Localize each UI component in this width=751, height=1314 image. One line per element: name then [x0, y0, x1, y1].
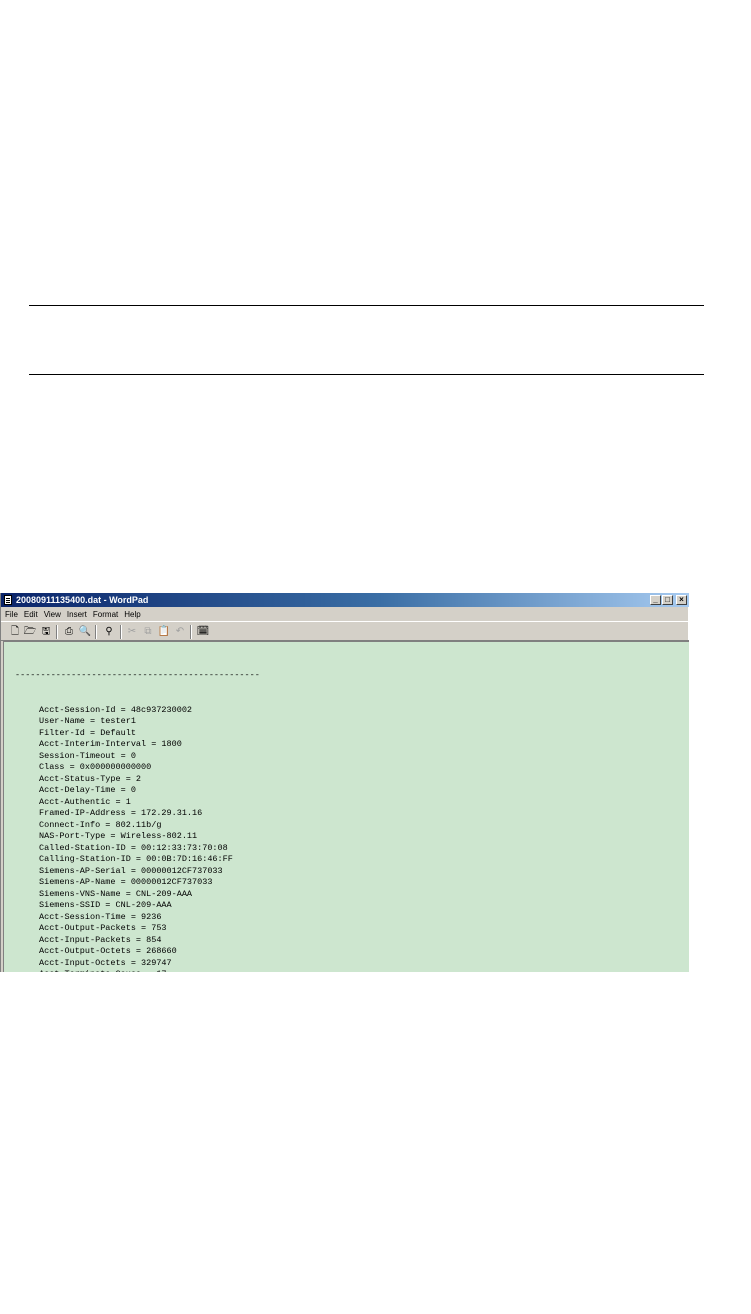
document-line: Session-Timeout = 0 [39, 750, 136, 761]
document-line: Acct-Status-Type = 2 [39, 773, 142, 784]
menu-format[interactable]: Format [90, 608, 121, 621]
new-document-icon[interactable]: 🗋 [8, 625, 22, 638]
menu-insert[interactable]: Insert [64, 608, 90, 621]
copy-icon[interactable]: ⧉ [141, 625, 155, 638]
document-line: Acct-Input-Octets = 329747 [39, 957, 172, 968]
toolbar: 🗋 🗁 🖫 ⎙ 🔍 ⚲ ✂ ⧉ 📋 ↶ 🗓 [1, 621, 689, 641]
document-line: Framed-IP-Address = 172.29.31.16 [39, 808, 203, 818]
document-line: Acct-Terminate-Cause = 17 [15, 969, 260, 972]
document-line: Acct-Session-Id = 48c937230002 [39, 704, 193, 715]
toolbar-separator [95, 625, 97, 639]
print-preview-icon[interactable]: 🔍 [78, 625, 92, 638]
document-line: Acct-Input-Packets = 854 [39, 934, 162, 945]
minimize-button[interactable]: _ [650, 595, 661, 605]
close-button[interactable]: × [676, 595, 687, 605]
document-line: Acct-Interim-Interval = 1800 [39, 739, 182, 749]
cut-scissors-icon[interactable]: ✂ [125, 625, 139, 638]
document-text: ----------------------------------------… [15, 647, 260, 972]
document-area[interactable]: ----------------------------------------… [3, 641, 689, 972]
document-line: Siemens-AP-Serial = 00000012CF737033 [39, 865, 223, 876]
document-line: Called-Station-ID = 00:12:33:73:70:08 [39, 842, 228, 853]
document-line: NAS-Port-Type = Wireless-802.11 [39, 831, 198, 841]
menu-edit[interactable]: Edit [21, 608, 41, 621]
title-bar[interactable]: 20080911135400.dat - WordPad _ □ × [1, 593, 689, 607]
window-title: 20080911135400.dat - WordPad [16, 595, 149, 605]
undo-icon[interactable]: ↶ [173, 625, 187, 638]
document-line: Calling-Station-ID = 00:0B:7D:16:46:FF [39, 854, 233, 864]
document-line: Siemens-VNS-Name = CNL-209-AAA [39, 888, 193, 899]
document-line: User-Name = tester1 [39, 716, 136, 726]
wordpad-app-icon[interactable] [4, 595, 12, 605]
document-line: Siemens-SSID = CNL-209-AAA [39, 900, 172, 910]
document-line: Acct-Output-Packets = 753 [39, 923, 167, 933]
toolbar-separator [56, 625, 58, 639]
document-line: Acct-Output-Octets = 268660 [39, 946, 177, 956]
document-line: Siemens-AP-Name = 00000012CF737033 [39, 877, 213, 887]
find-binoculars-icon[interactable]: ⚲ [102, 625, 116, 638]
insert-date-time-icon[interactable]: 🗓 [196, 625, 210, 638]
document-line: Connect-Info = 802.11b/g [39, 819, 162, 830]
paste-icon[interactable]: 📋 [157, 625, 171, 638]
print-icon[interactable]: ⎙ [62, 625, 76, 638]
toolbar-separator [190, 625, 192, 639]
save-disk-icon[interactable]: 🖫 [39, 625, 53, 638]
menu-bar: File Edit View Insert Format Help [1, 608, 689, 621]
open-folder-icon[interactable]: 🗁 [23, 625, 37, 638]
toolbar-separator [120, 625, 122, 639]
horizontal-rule-top [29, 305, 704, 306]
menu-view[interactable]: View [41, 608, 64, 621]
menu-file[interactable]: File [1, 608, 21, 621]
document-line: Class = 0x000000000000 [39, 762, 152, 772]
document-line: Filter-Id = Default [39, 727, 136, 738]
horizontal-rule-bottom [29, 374, 704, 375]
document-line: Acct-Session-Time = 9236 [39, 911, 162, 922]
document-line: Acct-Authentic = 1 [39, 796, 131, 807]
menu-help[interactable]: Help [121, 608, 143, 621]
wordpad-window: 20080911135400.dat - WordPad _ □ × File … [0, 593, 689, 972]
separator-line: ----------------------------------------… [15, 670, 260, 680]
document-line: Acct-Delay-Time = 0 [39, 785, 136, 795]
maximize-button[interactable]: □ [662, 595, 673, 605]
window-controls: _ □ × [650, 595, 687, 605]
